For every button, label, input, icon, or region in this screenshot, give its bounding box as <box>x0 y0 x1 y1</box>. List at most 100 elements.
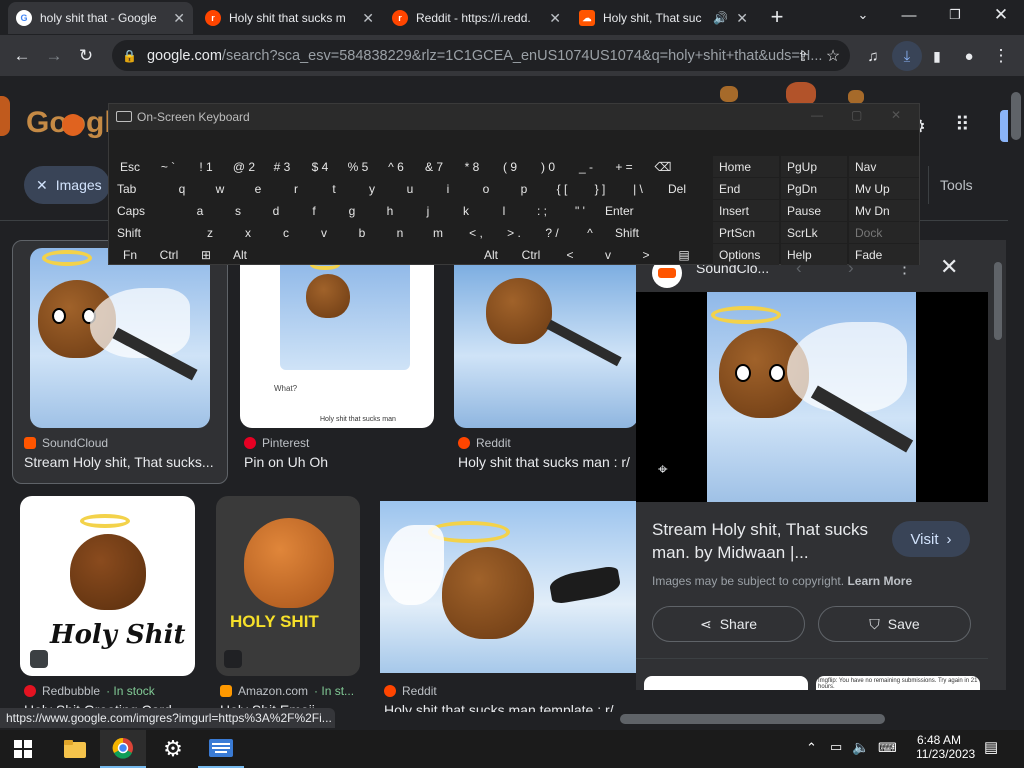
osk-key[interactable]: Fn <box>111 244 149 265</box>
osk-key[interactable]: ⌫ <box>643 156 683 177</box>
osk-key[interactable]: h <box>371 200 409 221</box>
tools-button[interactable]: Tools <box>940 177 973 193</box>
close-panel-icon[interactable]: ✕ <box>940 254 958 280</box>
share-button[interactable]: ⋖ Share <box>652 606 805 642</box>
result-source[interactable]: Reddit <box>384 684 437 698</box>
back-button[interactable]: ← <box>7 41 37 71</box>
tab-soundcloud[interactable]: ☁ Holy shit, That suc 🔊 ✕ <box>571 2 756 34</box>
start-button[interactable] <box>0 730 46 768</box>
osk-key[interactable]: l <box>485 200 523 221</box>
settings-gear-icon[interactable]: ⚙ <box>150 730 196 768</box>
close-window-button[interactable]: ✕ <box>978 0 1024 30</box>
osk-key[interactable]: Ctrl <box>511 244 551 265</box>
bookmark-star-icon[interactable]: ☆ <box>818 41 848 71</box>
osk-key[interactable]: r <box>277 178 315 199</box>
osk-key[interactable]: ^ <box>571 222 609 243</box>
osk-key[interactable]: o <box>467 178 505 199</box>
chrome-menu-icon[interactable]: ⋮ <box>986 41 1016 71</box>
osk-key[interactable]: % 5 <box>339 156 377 177</box>
visit-button[interactable]: Visit › <box>892 521 970 557</box>
osk-nav-key[interactable]: Fade <box>849 244 919 265</box>
result-image-reddit-template[interactable] <box>380 501 636 673</box>
close-tab-icon[interactable]: ✕ <box>173 10 185 27</box>
panel-title[interactable]: Stream Holy shit, That sucks man. by Mid… <box>652 518 882 564</box>
osk-nav-key[interactable]: Help <box>781 244 847 265</box>
page-scrollbar[interactable] <box>1008 76 1024 730</box>
osk-key[interactable]: * 8 <box>453 156 491 177</box>
osk-key[interactable]: < <box>551 244 589 265</box>
osk-key[interactable]: < , <box>457 222 495 243</box>
result-image-reddit[interactable] <box>454 248 638 428</box>
osk-key[interactable]: w <box>201 178 239 199</box>
clock[interactable]: 6:48 AM 11/23/2023 <box>916 733 975 761</box>
share-icon[interactable]: ⇪ <box>788 41 818 71</box>
network-icon[interactable]: ▭ <box>830 739 842 755</box>
osk-key[interactable]: e <box>239 178 277 199</box>
osk-maximize-button[interactable]: ▢ <box>851 108 862 122</box>
osk-key[interactable]: a <box>181 200 219 221</box>
osk-key[interactable]: Tab <box>111 178 163 199</box>
osk-key[interactable]: q <box>163 178 201 199</box>
osk-key[interactable]: Del <box>657 178 697 199</box>
images-filter-chip[interactable]: ✕ Images <box>24 166 110 204</box>
osk-key[interactable]: > <box>627 244 665 265</box>
osk-key[interactable]: { [ <box>543 178 581 199</box>
osk-nav-key[interactable]: Home <box>713 156 779 177</box>
osk-key[interactable]: Alt <box>223 244 257 265</box>
osk-key[interactable]: ▤ <box>665 244 703 265</box>
osk-key[interactable]: Esc <box>111 156 149 177</box>
osk-nav-key[interactable]: Nav <box>849 156 919 177</box>
close-tab-icon[interactable]: ✕ <box>736 10 748 27</box>
osk-key[interactable]: x <box>229 222 267 243</box>
on-screen-keyboard-taskbar-icon[interactable] <box>198 730 244 768</box>
result-image-amazon[interactable]: HOLY SHIT <box>216 496 360 676</box>
osk-nav-key[interactable]: Pause <box>781 200 847 221</box>
result-image-pinterest[interactable]: What? Holy shit that sucks man <box>240 248 434 428</box>
result-source[interactable]: Pinterest <box>244 436 309 450</box>
osk-key[interactable]: # 3 <box>263 156 301 177</box>
show-hidden-icons-chevron[interactable]: ⌃ <box>806 740 817 756</box>
osk-key[interactable]: + = <box>605 156 643 177</box>
profile-icon[interactable]: ● <box>954 41 984 71</box>
osk-title-bar[interactable]: On-Screen Keyboard <box>109 104 919 130</box>
touch-keyboard-icon[interactable]: ⌨ <box>878 740 897 756</box>
reload-button[interactable]: ↻ <box>71 41 101 71</box>
result-image-soundcloud[interactable] <box>30 248 210 428</box>
osk-nav-key[interactable]: End <box>713 178 779 199</box>
related-image-text[interactable]: Imgflip: You have no remaining submissio… <box>816 676 980 690</box>
tab-search-chevron-icon[interactable]: ⌄ <box>840 0 886 30</box>
close-filter-icon[interactable]: ✕ <box>36 177 48 194</box>
file-explorer-icon[interactable] <box>52 730 98 768</box>
osk-key[interactable]: Shift <box>609 222 689 243</box>
volume-muted-icon[interactable]: 🔈 <box>852 739 869 756</box>
preview-image[interactable] <box>707 292 916 502</box>
osk-key[interactable]: g <box>333 200 371 221</box>
media-control-icon[interactable]: ♫ <box>858 41 888 71</box>
notifications-icon[interactable]: ▤ <box>984 738 998 756</box>
osk-key[interactable]: Shift <box>111 222 191 243</box>
osk-nav-key[interactable]: Mv Dn <box>849 200 919 221</box>
osk-key[interactable]: i <box>429 178 467 199</box>
osk-key[interactable] <box>257 244 471 265</box>
sign-in-button[interactable] <box>1000 110 1008 142</box>
osk-key[interactable]: d <box>257 200 295 221</box>
osk-key[interactable]: y <box>353 178 391 199</box>
osk-key[interactable]: v <box>305 222 343 243</box>
osk-key[interactable]: Enter <box>599 200 679 221</box>
google-lens-icon[interactable]: ⌖ <box>658 460 668 480</box>
related-image[interactable] <box>644 676 808 690</box>
downloads-icon[interactable]: ⤓ <box>892 41 922 71</box>
result-source[interactable]: Amazon.com · In st... <box>220 684 354 698</box>
osk-key[interactable]: p <box>505 178 543 199</box>
osk-key[interactable]: " ' <box>561 200 599 221</box>
save-button[interactable]: ⛉ Save <box>818 606 971 642</box>
osk-key[interactable]: f <box>295 200 333 221</box>
osk-nav-key[interactable]: Mv Up <box>849 178 919 199</box>
osk-nav-key[interactable]: PgUp <box>781 156 847 177</box>
tab-google-search[interactable]: G holy shit that - Google ✕ <box>8 2 193 34</box>
osk-key[interactable]: ⊞ <box>189 244 223 265</box>
restore-button[interactable]: ❐ <box>932 0 978 30</box>
osk-nav-key[interactable]: Insert <box>713 200 779 221</box>
osk-key[interactable]: $ 4 <box>301 156 339 177</box>
osk-key[interactable]: u <box>391 178 429 199</box>
